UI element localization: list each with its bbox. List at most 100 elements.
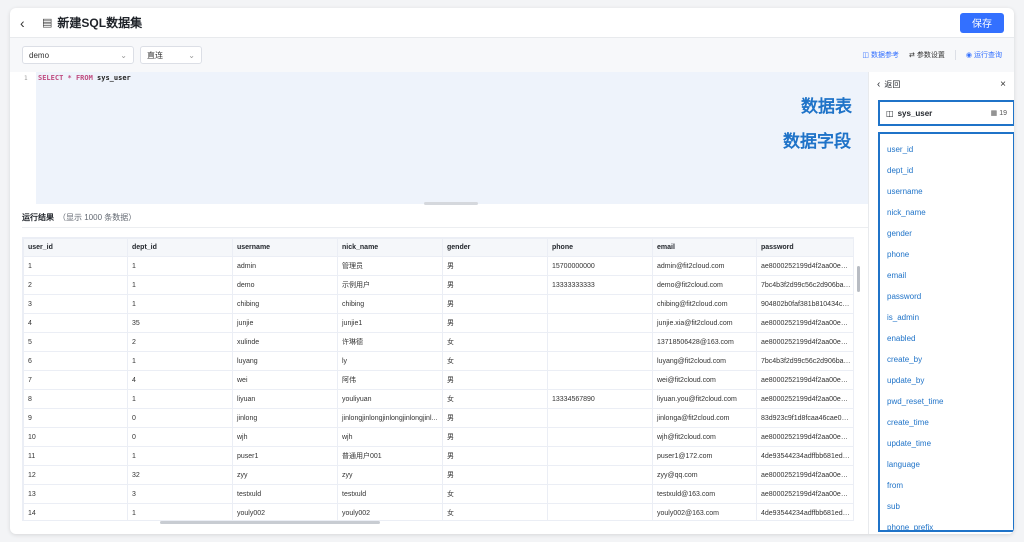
table-row: 9 0 jinlong jinlongjinlongjinlongjinlongjin… bbox=[23, 408, 853, 428]
table-cell: 男 bbox=[442, 294, 548, 314]
column-header[interactable]: email bbox=[652, 238, 757, 257]
table-cell: 1 bbox=[127, 389, 233, 409]
table-cell: zyy@qq.com bbox=[652, 465, 757, 485]
table-cell: admin@fit2cloud.com bbox=[652, 256, 757, 276]
table-cell: 1 bbox=[127, 275, 233, 295]
toolbar-actions: ◫ 数据参考 ⇄ 参数设置 ◉ 运行查询 bbox=[862, 50, 1002, 60]
horizontal-scrollbar[interactable] bbox=[160, 521, 380, 524]
keyword-select: SELECT bbox=[38, 74, 64, 82]
table-cell: 4 bbox=[23, 313, 128, 333]
save-button[interactable]: 保存 bbox=[960, 12, 1004, 33]
back-link[interactable]: ‹ 返回 bbox=[877, 79, 900, 90]
table-cell: youly002@163.com bbox=[652, 503, 757, 520]
field-item[interactable]: email bbox=[880, 265, 1013, 286]
table-cell: 14 bbox=[23, 503, 128, 520]
table-cell: wjh bbox=[337, 427, 443, 447]
field-item[interactable]: sub bbox=[880, 496, 1013, 517]
field-item[interactable]: user_id bbox=[880, 139, 1013, 160]
table-cell: 1 bbox=[23, 256, 128, 276]
field-item[interactable]: username bbox=[880, 181, 1013, 202]
table-cell: 女 bbox=[442, 503, 548, 520]
column-header[interactable]: phone bbox=[547, 238, 653, 257]
results-subtitle: （显示 1000 条数据） bbox=[58, 213, 137, 222]
table-row: 3 1 chibing chibing 男 chibing@fit2cloud.com 90… bbox=[23, 294, 853, 314]
field-item[interactable]: create_time bbox=[880, 412, 1013, 433]
table-cell: 示例用户 bbox=[337, 275, 443, 295]
close-icon[interactable]: × bbox=[1000, 79, 1006, 90]
column-header[interactable]: user_id bbox=[23, 238, 128, 257]
table-row: 13 3 testxuld testxuld 女 testxuld@163.com ae80… bbox=[23, 484, 853, 504]
field-item[interactable]: phone bbox=[880, 244, 1013, 265]
field-item[interactable]: gender bbox=[880, 223, 1013, 244]
database-icon: ◫ bbox=[862, 52, 870, 59]
table-cell: 管理员 bbox=[337, 256, 443, 276]
table-cell: 男 bbox=[442, 275, 548, 295]
table-cell: 11 bbox=[23, 446, 128, 466]
column-header[interactable]: password bbox=[756, 238, 853, 257]
table-cell: luyang@fit2cloud.com bbox=[652, 351, 757, 371]
line-number: 1 bbox=[24, 75, 28, 82]
field-item[interactable]: create_by bbox=[880, 349, 1013, 370]
table-cell: 女 bbox=[442, 389, 548, 409]
column-header[interactable]: gender bbox=[442, 238, 548, 257]
field-item[interactable]: is_admin bbox=[880, 307, 1013, 328]
table-name-box[interactable]: ◫ sys_user ▦ 19 bbox=[878, 100, 1014, 126]
params-settings-button[interactable]: ⇄ 参数设置 bbox=[909, 50, 945, 60]
table-cell: youliyuan bbox=[337, 389, 443, 409]
table-cell: 7bc4b3f2d99c56c2d906ba5... bbox=[756, 275, 853, 295]
table-cell: chibing bbox=[337, 294, 443, 314]
table-cell: 女 bbox=[442, 351, 548, 371]
data-reference-button[interactable]: ◫ 数据参考 bbox=[862, 50, 899, 60]
chevron-left-icon: ‹ bbox=[877, 78, 881, 90]
table-cell bbox=[547, 370, 653, 390]
code-area[interactable]: SELECT * FROM sys_user bbox=[36, 72, 868, 204]
table-cell bbox=[547, 351, 653, 371]
table-cell: ae8000252199d4f2aa00e3b... bbox=[756, 389, 853, 409]
table-cell: 6 bbox=[23, 351, 128, 371]
column-header[interactable]: username bbox=[232, 238, 338, 257]
play-circle-icon: ◉ bbox=[965, 52, 972, 59]
field-item[interactable]: pwd_reset_time bbox=[880, 391, 1013, 412]
column-header[interactable]: nick_name bbox=[337, 238, 443, 257]
field-item[interactable]: dept_id bbox=[880, 160, 1013, 181]
field-item[interactable]: from bbox=[880, 475, 1013, 496]
field-item[interactable]: update_time bbox=[880, 433, 1013, 454]
field-item[interactable]: password bbox=[880, 286, 1013, 307]
field-item[interactable]: language bbox=[880, 454, 1013, 475]
table-cell: ae8000252199d4f2aa00e3b... bbox=[756, 332, 853, 352]
table-name: sys_user bbox=[897, 108, 933, 118]
sql-editor[interactable]: 1 SELECT * FROM sys_user bbox=[22, 72, 868, 204]
query-toolbar: demo ⌄ 直连 ⌄ ◫ 数据参考 ⇄ 参数设置 ◉ 运行查询 bbox=[10, 38, 1014, 72]
table-cell: 13333333333 bbox=[547, 275, 653, 295]
table-cell: ae8000252199d4f2aa00e3b... bbox=[756, 370, 853, 390]
column-header[interactable]: dept_id bbox=[127, 238, 233, 257]
table-cell: ae8000252199d4f2aa00e3b... bbox=[756, 484, 853, 504]
chevron-down-icon: ⌄ bbox=[188, 50, 195, 60]
panel-header: ‹ 返回 × bbox=[869, 72, 1014, 96]
table-cell bbox=[547, 503, 653, 520]
field-item[interactable]: phone_prefix bbox=[880, 517, 1013, 534]
table-row: 8 1 liyuan youliyuan 女 13334567890 liyuan.you@… bbox=[23, 389, 853, 409]
table-cell bbox=[547, 484, 653, 504]
table-cell: 3 bbox=[127, 484, 233, 504]
field-item[interactable]: nick_name bbox=[880, 202, 1013, 223]
field-item[interactable]: update_by bbox=[880, 370, 1013, 391]
table-row: 11 1 puser1 普通用户001 男 puser1@172.com 4de935442… bbox=[23, 446, 853, 466]
vertical-scrollbar[interactable] bbox=[857, 266, 860, 292]
page-title: 新建SQL数据集 bbox=[57, 16, 143, 30]
sql-dataset-window: ‹ ▤ 新建SQL数据集 保存 demo ⌄ 直连 ⌄ ◫ 数据参考 ⇄ 参数设置 … bbox=[10, 8, 1014, 534]
resize-handle[interactable] bbox=[424, 202, 478, 205]
chevron-left-icon[interactable]: ‹ bbox=[20, 15, 36, 31]
table-cell: 男 bbox=[442, 313, 548, 333]
table-row: 10 0 wjh wjh 男 wjh@fit2cloud.com ae8000252199d… bbox=[23, 427, 853, 447]
connection-mode-select[interactable]: 直连 ⌄ bbox=[140, 46, 202, 64]
table-cell: testxuld bbox=[232, 484, 338, 504]
field-list: user_id dept_id username nick_name gender pho… bbox=[878, 132, 1014, 532]
table-cell: demo bbox=[232, 275, 338, 295]
field-count-icon: ▦ bbox=[990, 110, 998, 117]
run-query-button[interactable]: ◉ 运行查询 bbox=[966, 50, 1002, 60]
table-cell: 3 bbox=[23, 294, 128, 314]
table-cell: puser1 bbox=[232, 446, 338, 466]
datasource-select[interactable]: demo ⌄ bbox=[22, 46, 134, 64]
field-item[interactable]: enabled bbox=[880, 328, 1013, 349]
